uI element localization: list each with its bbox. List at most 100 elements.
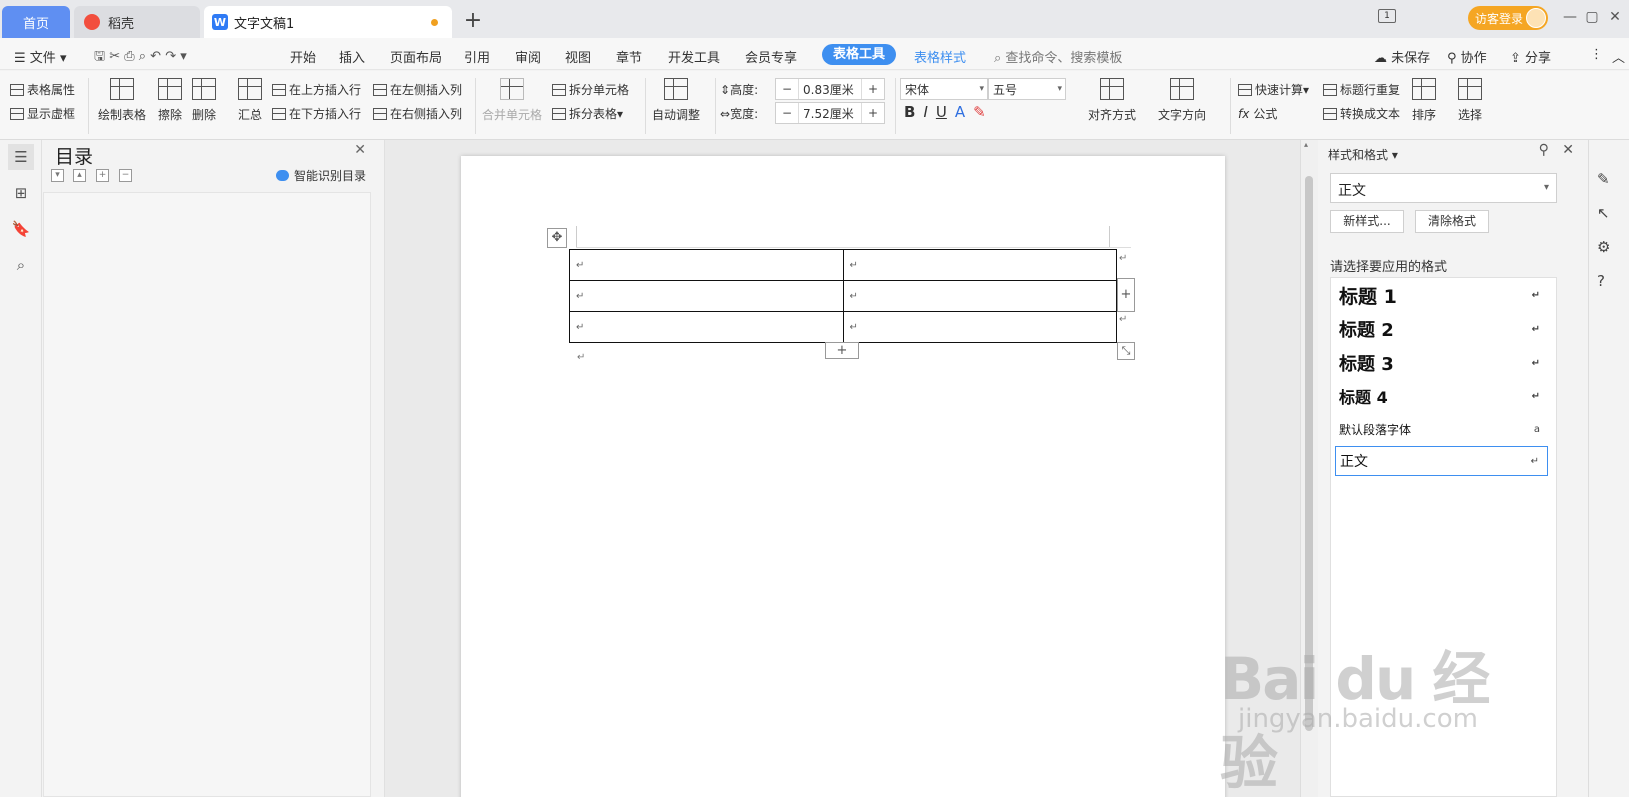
table-cell[interactable]: ↵ [569,249,844,281]
tab-review[interactable]: 审阅 [515,47,541,66]
formula-button[interactable]: fx 公式 [1238,105,1277,122]
tab-start[interactable]: 开始 [290,47,316,66]
more-icon[interactable]: ⋮ [1590,47,1603,62]
repeat-header-button[interactable]: 标题行重复 [1323,81,1400,98]
new-tab-button[interactable]: + [460,8,486,33]
chapter-nav-icon[interactable]: ⊞ [8,180,34,206]
tab-view[interactable]: 视图 [565,47,591,66]
split-cell-button[interactable]: 拆分单元格 [552,81,629,98]
help-icon[interactable]: ? [1597,272,1605,290]
close-icon[interactable]: ✕ [1562,142,1574,158]
style-heading-4[interactable]: 标题 4 ↵ [1335,381,1548,411]
style-normal[interactable]: 正文 ↵ [1335,446,1548,476]
convert-to-text-button[interactable]: 转换成文本 [1323,105,1400,122]
tab-daoke[interactable]: 稻壳 [74,6,200,38]
tab-chapter[interactable]: 章节 [616,47,642,66]
tab-home[interactable]: 首页 [2,6,70,38]
height-increase-button[interactable]: + [862,82,884,96]
font-color-icon[interactable]: A [955,103,965,121]
align-button[interactable]: 对齐方式 [1088,78,1136,123]
tab-member[interactable]: 会员专享 [745,47,797,66]
styles-pane-title[interactable]: 样式和格式 ▾ [1328,146,1398,163]
share-button[interactable]: ⇪ 分享 [1510,47,1551,66]
vertical-scrollbar[interactable]: ▴ [1300,140,1318,797]
scrollbar-thumb[interactable] [1305,176,1313,731]
height-value[interactable]: 0.83厘米 [798,79,862,99]
insert-row-above-button[interactable]: 在上方插入行 [272,81,361,98]
window-layout-icon[interactable]: 1 [1378,9,1396,23]
insert-col-right-button[interactable]: 在右侧插入列 [373,105,462,122]
text-direction-button[interactable]: 文字方向 [1158,78,1206,123]
font-size-select[interactable]: 五号 [988,78,1066,100]
width-value[interactable]: 7.52厘米 [798,103,862,123]
quick-calc-button[interactable]: 快速计算 ▾ [1238,81,1309,98]
scroll-up-icon[interactable]: ▴ [1304,140,1308,149]
cursor-icon[interactable]: ↖ [1597,204,1610,222]
erase-button[interactable]: 擦除 [158,78,182,123]
table-cell[interactable]: ↵ [569,280,844,312]
style-heading-2[interactable]: 标题 2 ↵ [1335,314,1548,344]
tab-reference[interactable]: 引用 [464,47,490,66]
tab-document[interactable]: W 文字文稿1 [204,6,452,38]
remove-level-icon[interactable]: − [119,169,132,182]
document-page[interactable]: ✥ ↵ ↵ ↵ ↵ ↵ ↵ ↵ ↵ ↵ + + ⤡ [461,156,1225,797]
add-column-button[interactable]: + [1117,278,1135,312]
tab-table-style[interactable]: 表格样式 [914,47,966,66]
merge-cells-button[interactable]: 合并单元格 [482,78,542,123]
collapse-ribbon-icon[interactable]: ︿ [1612,47,1625,66]
document-table[interactable]: ↵ ↵ ↵ ↵ ↵ ↵ [569,249,1117,343]
italic-icon[interactable]: I [923,103,927,121]
guest-login-button[interactable]: 访客登录 [1468,6,1548,30]
tab-insert[interactable]: 插入 [339,47,365,66]
highlight-icon[interactable]: ✎ [973,103,986,121]
collaborate-button[interactable]: ⚲ 协作 [1447,47,1487,66]
summary-button[interactable]: 汇总 [238,78,262,123]
file-menu[interactable]: ☰ 文件 ▾ [14,47,66,66]
clear-format-button[interactable]: 清除格式 [1415,210,1489,233]
maximize-button[interactable]: ▢ [1580,9,1604,25]
table-properties-button[interactable]: 表格属性 [10,81,75,98]
table-cell[interactable]: ↵ [569,311,844,343]
insert-col-left-button[interactable]: 在左侧插入列 [373,81,462,98]
select-button[interactable]: 选择 [1458,78,1482,123]
close-icon[interactable]: ✕ [354,142,366,158]
smart-toc-button[interactable]: 智能识别目录 [276,167,366,184]
minimize-button[interactable]: — [1558,9,1582,25]
width-stepper[interactable]: −7.52厘米 + [775,102,885,124]
resize-table-icon[interactable]: ⤡ [1117,342,1135,360]
current-style-select[interactable]: 正文 [1330,173,1557,203]
table-cell[interactable]: ↵ [842,311,1117,343]
quick-access-icons[interactable]: 🖫 ✂ ⎙ ⌕ ↶ ↷ ▾ [94,47,187,69]
table-cell[interactable]: ↵ [842,249,1117,281]
tab-page-layout[interactable]: 页面布局 [390,47,442,66]
expand-icon[interactable]: ▾ [51,169,64,182]
split-table-button[interactable]: 拆分表格 ▾ [552,105,623,122]
style-heading-1[interactable]: 标题 1 ↵ [1335,280,1548,310]
add-level-icon[interactable]: + [96,169,109,182]
close-window-button[interactable]: ✕ [1603,9,1627,25]
tab-table-tools[interactable]: 表格工具 [822,44,896,65]
new-style-button[interactable]: 新样式... [1330,210,1404,233]
search-icon[interactable]: ⌕ [8,252,34,278]
show-gridlines-button[interactable]: 显示虚框 [10,105,75,122]
collapse-icon[interactable]: ▴ [73,169,86,182]
table-move-handle-icon[interactable]: ✥ [547,228,567,248]
sort-button[interactable]: 排序 [1412,78,1436,123]
bookmark-icon[interactable]: 🔖 [8,216,34,242]
delete-button[interactable]: 删除 [192,78,216,123]
height-stepper[interactable]: −0.83厘米 + [775,78,885,100]
table-cell[interactable]: ↵ [842,280,1117,312]
style-heading-3[interactable]: 标题 3 ↵ [1335,348,1548,378]
insert-row-below-button[interactable]: 在下方插入行 [272,105,361,122]
toc-nav-icon[interactable]: ☰ [8,144,34,170]
settings-icon[interactable]: ⚙ [1597,238,1610,256]
bold-icon[interactable]: B [904,103,915,121]
pin-icon[interactable]: ⚲ [1539,142,1549,158]
style-default-font[interactable]: 默认段落字体 a [1335,414,1548,444]
font-family-select[interactable]: 宋体 [900,78,988,100]
edit-icon[interactable]: ✎ [1597,170,1610,188]
add-row-button[interactable]: + [825,342,859,359]
auto-fit-button[interactable]: 自动调整 [652,78,700,123]
unsaved-button[interactable]: ☁ 未保存 [1374,47,1430,66]
command-search[interactable]: ⌕ 查找命令、搜索模板 [994,47,1122,66]
